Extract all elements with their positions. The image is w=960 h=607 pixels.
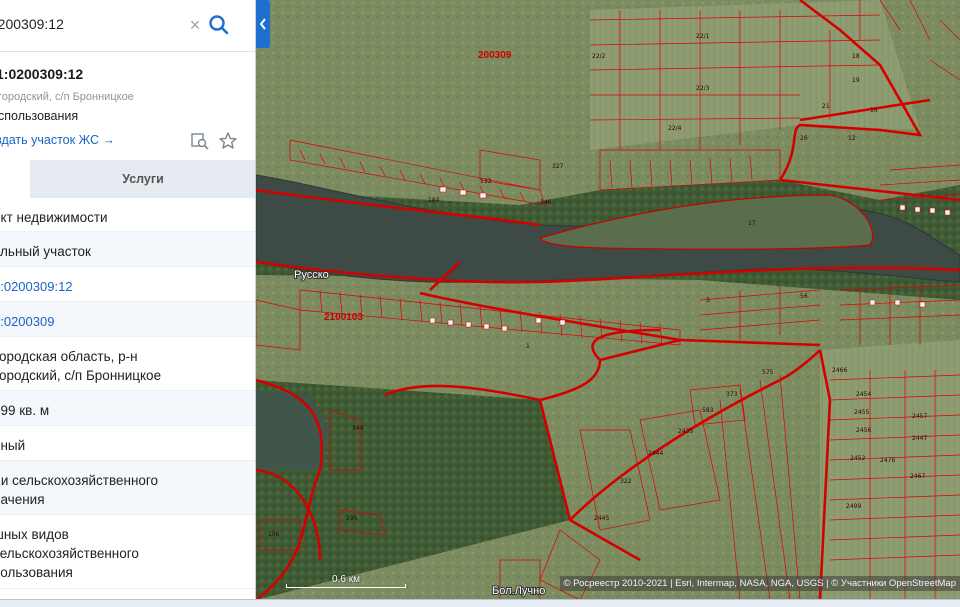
property-value: начения: [0, 492, 45, 507]
parcel-label: 2455: [854, 409, 869, 416]
parcel-label: 327: [552, 163, 564, 170]
property-value: ельный участок: [0, 244, 91, 259]
parcel-label: 22/1: [696, 33, 710, 40]
parcel-label: 12: [848, 135, 856, 142]
parcel-label: 583: [702, 407, 714, 414]
parcel-label: 2456: [856, 427, 871, 434]
parcel-usage: спользования: [0, 109, 79, 123]
property-value: сельскохозяйственного: [0, 546, 139, 561]
panel-tabs: Услуги: [0, 160, 255, 198]
search-input[interactable]: 1:200309:12: [0, 16, 186, 32]
collapse-panel-button[interactable]: [256, 0, 270, 48]
parcel-label: 2435: [678, 428, 693, 435]
parcel-label: 346: [540, 199, 552, 206]
parcel-label: 18: [852, 53, 860, 60]
quarter-label: 200309: [478, 50, 512, 61]
property-row: тородская область, р-н тородский, с/п Бро…: [0, 337, 255, 391]
parcel-label: 19: [852, 77, 860, 84]
parcel-label: 21: [822, 103, 830, 110]
parcel-label: 1: [526, 343, 530, 350]
tab-info[interactable]: [0, 160, 30, 198]
property-row: ельный участок: [0, 232, 255, 267]
parcel-label: 17: [748, 220, 756, 227]
property-value: нный: [0, 438, 26, 453]
parcel-label: 2447: [912, 435, 927, 442]
property-value: ли сельскохозяйственного: [0, 473, 159, 488]
parcel-label: 16: [870, 107, 878, 114]
star-icon[interactable]: [218, 131, 238, 151]
parcel-label: 3: [706, 297, 710, 304]
property-value: тородская область, р-н: [0, 349, 138, 364]
property-row: 1:0200309:12: [0, 267, 255, 302]
place-label: Русско: [294, 269, 329, 281]
map-attribution[interactable]: © Росреестр 2010-2021 | Esri, Intermap, …: [559, 576, 960, 591]
parcel-label: 2444: [648, 450, 663, 457]
search-icon[interactable]: [206, 12, 232, 38]
parcel-label: 22/2: [592, 53, 606, 60]
parcel-subtitle: городский, с/п Бронницкое: [0, 91, 134, 103]
south-east-fields: [820, 340, 960, 600]
parcel-label: 2445: [594, 515, 609, 522]
scale-bar: [286, 584, 406, 588]
info-panel: 1:200309:12 × 1:0200309:12 городский, с/…: [0, 0, 256, 599]
property-row: нный: [0, 426, 255, 461]
north-fields: [590, 0, 920, 150]
chevron-left-icon: [259, 18, 266, 30]
parcel-label: 56: [800, 293, 808, 300]
property-row: 899 кв. м: [0, 391, 255, 426]
parcel-label: 373: [726, 391, 738, 398]
property-value-link[interactable]: 1:0200309: [0, 314, 54, 329]
parcel-label: 2476: [880, 457, 895, 464]
parcel-label: 156: [268, 531, 280, 538]
parcel-label: 184: [428, 197, 440, 204]
parcel-label: 2454: [856, 391, 871, 398]
parcel-label: 575: [762, 369, 774, 376]
place-label: Бол.Лучно: [492, 585, 545, 597]
parcel-label: 295: [346, 515, 358, 522]
property-row: ект недвижимости: [0, 198, 255, 232]
zoom-to-icon[interactable]: [190, 131, 210, 151]
parcel-label: 2452: [850, 455, 865, 462]
clear-icon[interactable]: ×: [186, 14, 204, 36]
create-parcel-link[interactable]: здать участок ЖС →: [0, 133, 115, 147]
property-list: ект недвижимости ельный участок 1:0200309:…: [0, 198, 255, 589]
property-row: ли сельскохозяйственного начения: [0, 461, 255, 515]
parcel-label: 133: [480, 178, 492, 185]
parcel-label: 322: [620, 478, 632, 485]
quarter-label: 2100103: [324, 312, 363, 323]
parcel-label: 22/3: [696, 85, 710, 92]
search-bar: 1:200309:12 ×: [0, 0, 255, 52]
property-row: шных видов сельскохозяйственного пользован…: [0, 515, 255, 589]
property-value: шных видов: [0, 527, 69, 542]
parcel-title: 1:0200309:12: [0, 66, 84, 82]
parcel-label: 2499: [846, 503, 861, 510]
property-row: 1:0200309: [0, 302, 255, 337]
parcel-label: 2466: [832, 367, 847, 374]
tab-services[interactable]: Услуги: [30, 160, 255, 198]
map-scale: 0.6 км: [286, 574, 406, 590]
property-value: пользования: [0, 565, 73, 580]
property-value: 899 кв. м: [0, 403, 50, 418]
parcel-label: 344: [352, 425, 364, 432]
taskbar-strip: [0, 599, 960, 607]
property-value-link[interactable]: 1:0200309:12: [0, 279, 73, 294]
parcel-label: 26: [800, 135, 808, 142]
parcel-label: 2457: [912, 413, 927, 420]
parcel-label: 2467: [910, 473, 925, 480]
property-value: тородский, с/п Бронницкое: [0, 368, 162, 383]
property-value: ект недвижимости: [0, 210, 108, 225]
parcel-label: 22/4: [668, 125, 682, 132]
